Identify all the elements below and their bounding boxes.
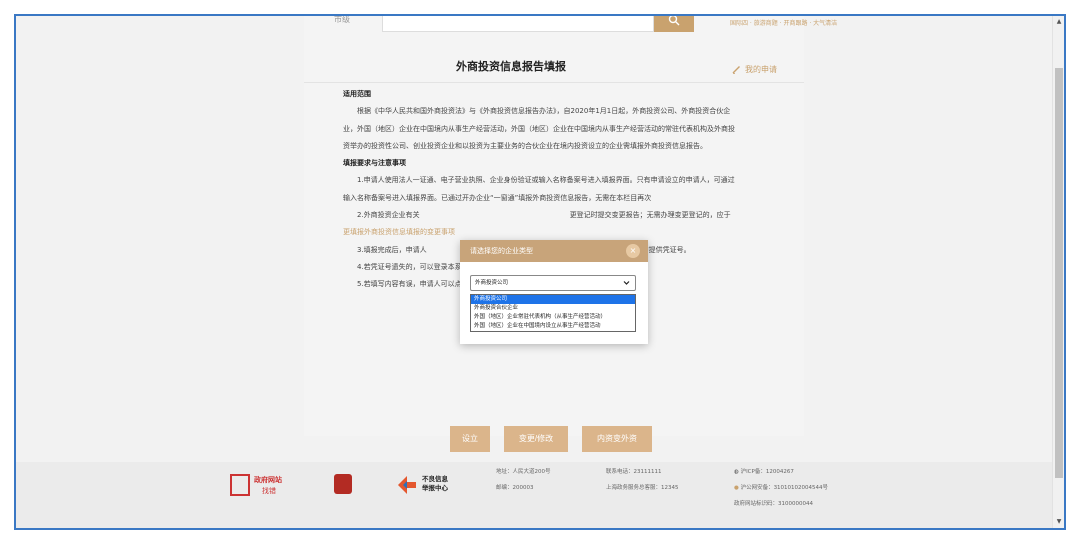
icp-text: 沪ICP备：12004267	[740, 469, 794, 475]
party-emblem-icon[interactable]	[334, 474, 352, 494]
vertical-scrollbar[interactable]: ▲ ▼	[1052, 16, 1064, 528]
page-viewport: 市级 国际四 · 旅游商题 · 开商跟路 · 大气清洁 外商投资信息报告填报 我…	[16, 16, 1052, 528]
footer-icp[interactable]: ◍ 沪ICP备：12004267	[734, 466, 794, 479]
report-center-icon	[398, 476, 416, 494]
footer-site-code: 政府网站标识码：3100000044	[734, 501, 813, 507]
change-button[interactable]: 变更/修改	[504, 426, 568, 452]
scope-paragraph: 根据《中华人民共和国外商投资法》与《外商投资信息报告办法》，自2020年1月1日…	[343, 107, 735, 150]
title-divider	[304, 82, 804, 83]
option-foreign-company[interactable]: 外商投资公司	[471, 295, 635, 304]
footer-postcode: 邮编：200003	[496, 485, 534, 491]
requirement-2-text-a: 2.外商投资企业有关	[357, 211, 420, 220]
search-icon	[668, 16, 680, 26]
search-button[interactable]	[654, 16, 694, 32]
hot-search-links[interactable]: 国际四 · 旅游商题 · 开商跟路 · 大气清洁	[730, 18, 837, 27]
magnifier-icon	[230, 474, 250, 496]
bad-info-report-logo[interactable]: 不良信息 举报中心	[396, 474, 482, 496]
option-foreign-enterprise[interactable]: 外国（地区）企业在中国境内设立从事生产经营活动	[471, 322, 635, 331]
footer-service: 上海政务服务总客服：12345	[606, 485, 679, 491]
city-selector[interactable]: 市级	[334, 16, 350, 25]
modal-header: 请选择您的企业类型 ×	[460, 240, 648, 262]
close-icon[interactable]: ×	[626, 244, 640, 258]
requirement-3-text-a: 3.填报完成后，申请人	[357, 245, 427, 254]
footer-police[interactable]: ● 沪公网安备：31010102004544号	[734, 482, 828, 495]
footer: 政府网站 找错 不良信息 举报中心 地址：人民大道200号 邮编：200003 联…	[16, 462, 1052, 528]
enterprise-type-modal: 请选择您的企业类型 × 外商投资公司 外商投资公司 外商投资合伙企业 外国（地区…	[460, 240, 648, 344]
gov-site-error-badge[interactable]: 政府网站 找错	[230, 474, 302, 496]
scroll-thumb[interactable]	[1055, 68, 1063, 478]
option-foreign-partnership[interactable]: 外商投资合伙企业	[471, 304, 635, 313]
requirement-2-text-b: 更登记时提交变更报告；无需办理变更登记的，应于	[569, 211, 731, 220]
scroll-down-arrow-icon[interactable]: ▼	[1055, 518, 1063, 526]
option-foreign-rep-office[interactable]: 外国（地区）企业常驻代表机构（从事生产经营活动）	[471, 313, 635, 322]
search-input[interactable]	[382, 16, 654, 32]
requirement-2: 2.外商投资企业有关 更登记时提交变更报告；无需办理变更登记的，应于更填报外商投资…	[343, 207, 735, 242]
enterprise-type-select[interactable]: 外商投资公司	[470, 275, 636, 291]
pencil-icon	[732, 66, 740, 74]
browser-frame: 市级 国际四 · 旅游商题 · 开商跟路 · 大气清洁 外商投资信息报告填报 我…	[14, 14, 1066, 530]
gov-error-label: 找错	[262, 487, 276, 495]
select-value: 外商投资公司	[475, 280, 509, 286]
report-logo-text: 不良信息 举报中心	[422, 475, 448, 493]
requirement-1: 1.申请人使用法人一证通、电子营业执照、企业身份验证或输入名称备案号进入填报界面…	[343, 176, 735, 202]
gov-site-label: 政府网站	[254, 476, 282, 484]
report-line-2: 举报中心	[422, 484, 448, 492]
enterprise-type-options: 外商投资公司 外商投资合伙企业 外国（地区）企业常驻代表机构（从事生产经营活动）…	[470, 294, 636, 332]
change-items-link[interactable]: 更填报外商投资信息填报的变更事项	[343, 228, 455, 236]
footer-phone: 联系电话：23111111	[606, 469, 662, 475]
header-bar: 市级 国际四 · 旅游商题 · 开商跟路 · 大气清洁	[334, 16, 854, 40]
scroll-up-arrow-icon[interactable]: ▲	[1055, 18, 1063, 26]
scope-heading: 适用范围	[343, 90, 371, 98]
modal-title: 请选择您的企业类型	[470, 247, 533, 255]
domestic-to-foreign-button[interactable]: 内资变外资	[582, 426, 652, 452]
my-apply-label: 我的申请	[745, 65, 777, 74]
chevron-down-icon	[623, 281, 630, 285]
requirements-heading: 填报要求与注意事项	[343, 159, 406, 168]
footer-address: 地址：人民大道200号	[496, 469, 551, 475]
report-line-1: 不良信息	[422, 475, 448, 483]
police-text: 沪公网安备：31010102004544号	[740, 485, 829, 491]
my-apply-link[interactable]: 我的申请	[732, 64, 777, 75]
establish-button[interactable]: 设立	[450, 426, 490, 452]
page-title: 外商投资信息报告填报	[456, 60, 566, 73]
